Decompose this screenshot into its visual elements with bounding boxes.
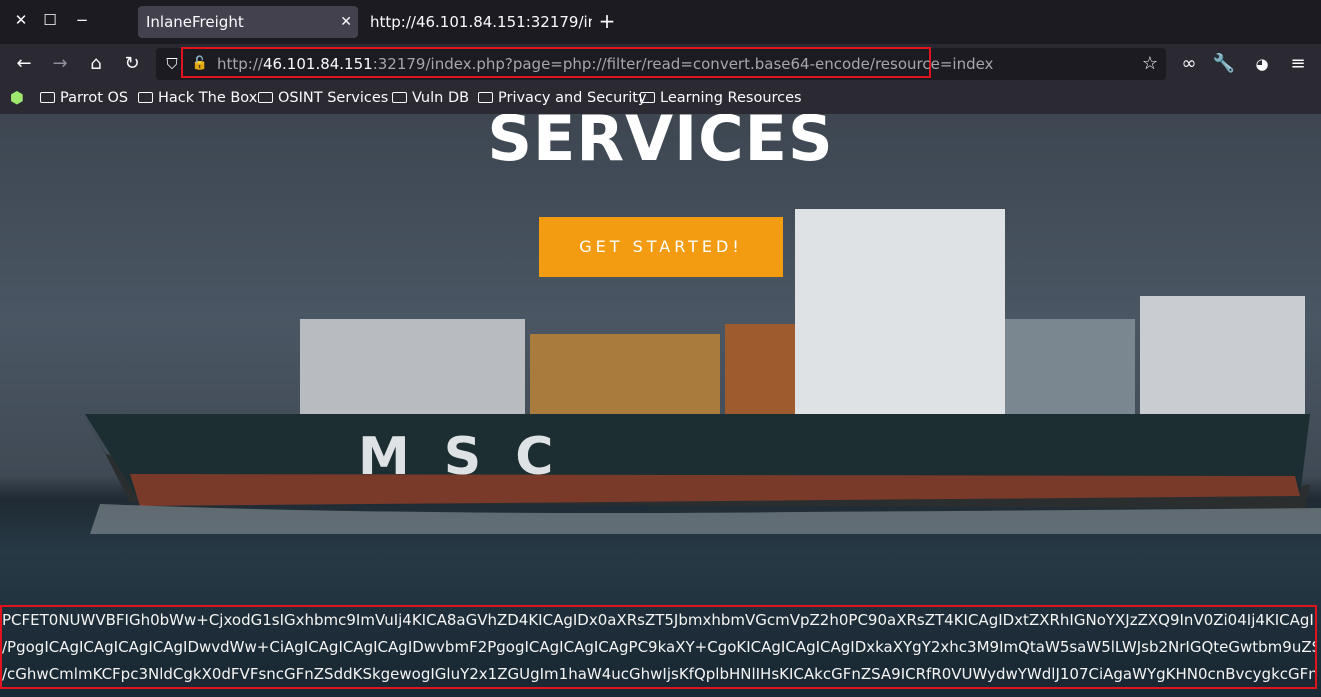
- parrot-cube-icon[interactable]: ⬢: [10, 88, 24, 107]
- bookmark-hack-the-box[interactable]: Hack The Box: [138, 90, 257, 106]
- back-icon[interactable]: ←: [12, 52, 36, 76]
- folder-icon: [40, 92, 55, 103]
- container-stack: [300, 319, 525, 419]
- container-stack: [725, 324, 795, 419]
- folder-icon: [478, 92, 493, 103]
- folder-icon: [392, 92, 407, 103]
- maximize-window-icon[interactable]: ☐: [39, 11, 61, 29]
- forward-icon[interactable]: →: [48, 52, 72, 76]
- ship-bridge: [795, 209, 1005, 419]
- close-window-icon[interactable]: ✕: [10, 11, 32, 29]
- bookmark-vuln-db[interactable]: Vuln DB: [392, 90, 469, 106]
- bookmark-star-icon[interactable]: ☆: [1138, 52, 1162, 76]
- folder-icon: [138, 92, 153, 103]
- url-scheme: http://: [217, 55, 263, 73]
- extension-icon[interactable]: ◕: [1250, 52, 1274, 76]
- new-tab-icon[interactable]: +: [597, 9, 617, 33]
- folder-icon: [640, 92, 655, 103]
- private-mask-icon[interactable]: ∞: [1177, 52, 1201, 76]
- tab-active[interactable]: InlaneFreight ✕: [138, 6, 358, 38]
- base64-line: PCFET0NUWVBFIGh0bWw+CjxodG1sIGxhbmc9ImVu…: [2, 611, 1317, 629]
- bookmark-privacy-security[interactable]: Privacy and Security: [478, 90, 647, 106]
- tab-title: InlaneFreight: [146, 13, 244, 31]
- bookmark-osint-services[interactable]: OSINT Services: [258, 90, 388, 106]
- url-path: :32179/index.php?page=php://filter/read=…: [372, 55, 994, 73]
- tab-strip: ✕ ☐ − InlaneFreight ✕ http://46.101.84.1…: [0, 0, 1321, 44]
- minimize-window-icon[interactable]: −: [71, 11, 93, 29]
- folder-icon: [258, 92, 273, 103]
- tab-title: http://46.101.84.151:32179/in: [370, 13, 592, 31]
- reload-icon[interactable]: ↻: [120, 52, 144, 76]
- wake-foam: [90, 504, 1321, 534]
- container-stack: [530, 334, 720, 419]
- bookmark-parrot-os[interactable]: Parrot OS: [40, 90, 128, 106]
- tab-inactive[interactable]: http://46.101.84.151:32179/in: [362, 6, 592, 38]
- base64-line: /PgogICAgICAgICAgICAgIDwvdWw+CiAgICAgICA…: [2, 638, 1317, 656]
- menu-icon[interactable]: ≡: [1286, 52, 1310, 76]
- url-host: 46.101.84.151: [262, 55, 373, 73]
- bookmarks-bar: ⬢ Parrot OS Hack The Box OSINT Services …: [0, 84, 1321, 114]
- bookmark-learning-resources[interactable]: Learning Resources: [640, 90, 802, 106]
- container-stack: [1005, 319, 1135, 419]
- base64-output-box: PCFET0NUWVBFIGh0bWw+CjxodG1sIGxhbmc9ImVu…: [0, 605, 1317, 689]
- url-text[interactable]: http://46.101.84.151:32179/index.php?pag…: [217, 55, 993, 73]
- wrench-icon[interactable]: 🔧: [1212, 52, 1236, 76]
- container-stack: [1140, 296, 1305, 421]
- ship-lettering: MSC: [358, 427, 587, 487]
- base64-line: /cGhwCmlmKCFpc3NldCgkX0dFVFsncGFnZSddKSk…: [2, 665, 1317, 683]
- close-tab-icon[interactable]: ✕: [340, 6, 352, 38]
- home-icon[interactable]: ⌂: [84, 52, 108, 76]
